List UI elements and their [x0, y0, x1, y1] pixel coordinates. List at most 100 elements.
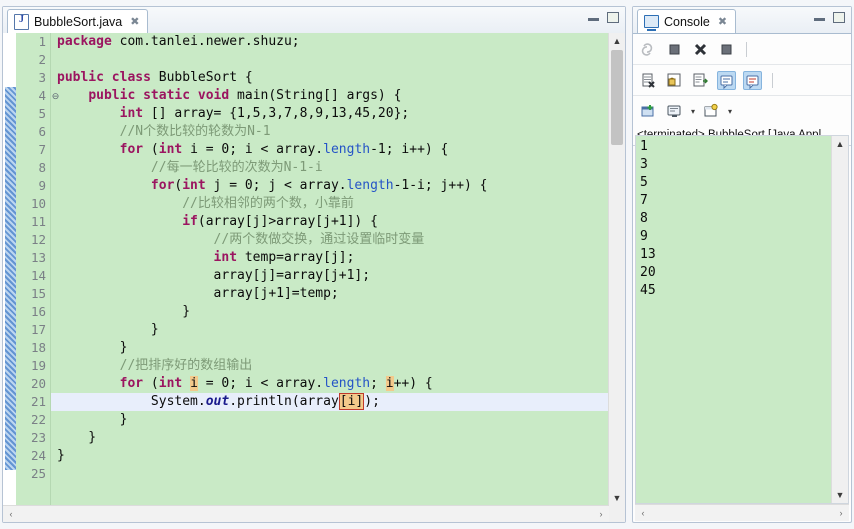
- console-toolbar-row-1: [633, 34, 851, 65]
- console-output-line: 13: [640, 247, 656, 262]
- code-line[interactable]: public static void main(String[] args) {: [51, 87, 609, 105]
- code-line[interactable]: array[j]=array[j+1];: [51, 267, 609, 285]
- line-number: 2: [38, 52, 46, 67]
- scroll-right-icon[interactable]: ›: [593, 506, 609, 522]
- line-number: 12: [30, 232, 46, 247]
- line-number-gutter: 1 2 3 4 5 6 7 8 9 10 11 12 13 14 15 16 17 18 19 20 21 22 23 24 2…: [16, 33, 51, 506]
- code-line[interactable]: if(array[j]>array[j+1]) {: [51, 213, 609, 231]
- scroll-up-icon[interactable]: ▲: [609, 33, 625, 49]
- scroll-left-icon[interactable]: ‹: [635, 505, 651, 521]
- editor-vscroll-thumb[interactable]: [611, 50, 623, 145]
- code-line[interactable]: for (int i = 0; i < array.length-1; i++)…: [51, 141, 609, 159]
- pin-console-icon[interactable]: [691, 71, 710, 90]
- console-part-buttons: [814, 12, 845, 23]
- code-line[interactable]: int temp=array[j];: [51, 249, 609, 267]
- line-number: 11: [30, 214, 46, 229]
- code-line[interactable]: for(int j = 0; j < array.length-1-i; j++…: [51, 177, 609, 195]
- line-number: 13: [30, 250, 46, 265]
- console-tab-label: Console: [664, 14, 710, 29]
- show-console-on-error-icon[interactable]: [743, 70, 762, 90]
- code-line[interactable]: }: [51, 447, 609, 465]
- eclipse-workbench: BubbleSort.java ✖ 1234567891011121314151…: [0, 0, 854, 529]
- console-horizontal-scrollbar[interactable]: ‹ ›: [635, 504, 849, 521]
- editor-tabbar: BubbleSort.java ✖: [3, 7, 625, 34]
- annotation-ruler-bar: [5, 87, 16, 470]
- console-tabbar: Console ✖: [633, 7, 851, 34]
- scroll-down-icon[interactable]: ▼: [832, 487, 848, 503]
- scroll-right-icon[interactable]: ›: [833, 505, 849, 521]
- code-line[interactable]: for (int i = 0; i < array.length; i++) {: [51, 375, 609, 393]
- line-number: 18: [30, 340, 46, 355]
- code-line[interactable]: }: [51, 429, 609, 447]
- code-line[interactable]: //两个数做交换，通过设置临时变量: [51, 231, 609, 249]
- scroll-up-icon[interactable]: ▲: [832, 136, 848, 152]
- console-output-area[interactable]: 1 3 5 7 8 9 13 20 45 ▲ ▼: [635, 135, 849, 504]
- maximize-icon[interactable]: [833, 12, 845, 23]
- code-line[interactable]: public class BubbleSort {: [51, 69, 609, 87]
- line-number: 15: [30, 286, 46, 301]
- editor-hscroll-thumb[interactable]: [21, 508, 621, 520]
- line-number: 10: [30, 196, 46, 211]
- code-line[interactable]: }: [51, 303, 609, 321]
- console-output-line: 9: [640, 229, 648, 244]
- toolbar-separator: [772, 72, 773, 88]
- console-toolbar-row-3: ▾ ▾: [633, 96, 851, 126]
- show-console-on-output-icon[interactable]: [717, 70, 736, 90]
- code-text[interactable]: package com.tanlei.newer.shuzu; public c…: [51, 33, 609, 506]
- remove-launch-icon[interactable]: [691, 40, 710, 59]
- close-icon[interactable]: ✖: [130, 15, 139, 28]
- scroll-left-icon[interactable]: ‹: [3, 506, 19, 522]
- scroll-lock-icon[interactable]: [665, 71, 684, 90]
- terminate-icon[interactable]: [665, 40, 684, 59]
- code-line[interactable]: int [] array= {1,5,3,7,8,9,13,45,20};: [51, 105, 609, 123]
- code-line[interactable]: array[j+1]=temp;: [51, 285, 609, 303]
- open-console-icon[interactable]: [702, 102, 721, 121]
- maximize-icon[interactable]: [607, 12, 619, 23]
- new-console-view-icon[interactable]: [639, 102, 658, 121]
- code-line[interactable]: package com.tanlei.newer.shuzu;: [51, 33, 609, 51]
- console-tab[interactable]: Console ✖: [637, 9, 737, 33]
- line-number: 3: [38, 70, 46, 85]
- line-number: 23: [30, 430, 46, 445]
- code-line[interactable]: }: [51, 411, 609, 429]
- editor-horizontal-scrollbar[interactable]: ‹ ›: [3, 505, 621, 522]
- line-number: 25: [30, 466, 46, 481]
- code-line[interactable]: //每一轮比较的次数为N-1-i: [51, 159, 609, 177]
- console-output-line: 7: [640, 193, 648, 208]
- minimize-icon[interactable]: [588, 13, 599, 22]
- code-line[interactable]: //N个数比较的轮数为N-1: [51, 123, 609, 141]
- line-number: 4: [38, 88, 46, 103]
- toolbar-separator: [746, 41, 747, 57]
- code-line[interactable]: //比较相邻的两个数，小靠前: [51, 195, 609, 213]
- line-number: 24: [30, 448, 46, 463]
- editor-vertical-scrollbar[interactable]: ▲ ▼: [608, 33, 625, 506]
- display-selected-console-icon[interactable]: [665, 102, 684, 121]
- line-number: 21: [30, 394, 46, 409]
- code-line[interactable]: }: [51, 321, 609, 339]
- clear-console-icon[interactable]: [639, 71, 658, 90]
- code-line[interactable]: [51, 51, 609, 69]
- chevron-down-icon[interactable]: ▾: [691, 102, 695, 121]
- editor-part: BubbleSort.java ✖ 1234567891011121314151…: [2, 6, 626, 523]
- console-vertical-scrollbar[interactable]: ▲ ▼: [831, 136, 848, 503]
- annotation-ruler[interactable]: [3, 33, 16, 506]
- console-output-text: 1 3 5 7 8 9 13 20 45: [640, 138, 831, 503]
- line-number: 1: [38, 34, 46, 49]
- relaunch-icon[interactable]: [639, 40, 658, 59]
- editor-tab-bubblesort[interactable]: BubbleSort.java ✖: [7, 9, 149, 33]
- code-line[interactable]: [51, 465, 609, 483]
- console-output-line: 8: [640, 211, 648, 226]
- line-number: 6: [38, 124, 46, 139]
- minimize-icon[interactable]: [814, 13, 825, 22]
- code-line[interactable]: }: [51, 339, 609, 357]
- line-number: 22: [30, 412, 46, 427]
- console-output-line: 3: [640, 157, 648, 172]
- console-output-line: 5: [640, 175, 648, 190]
- remove-all-terminated-icon[interactable]: [717, 40, 736, 59]
- code-line[interactable]: System.out.println(array[i]);: [51, 393, 609, 411]
- chevron-down-icon[interactable]: ▾: [728, 102, 732, 121]
- scroll-down-icon[interactable]: ▼: [609, 490, 625, 506]
- close-icon[interactable]: ✖: [718, 15, 727, 28]
- console-output-line: 1: [640, 139, 648, 154]
- code-line[interactable]: //把排序好的数组输出: [51, 357, 609, 375]
